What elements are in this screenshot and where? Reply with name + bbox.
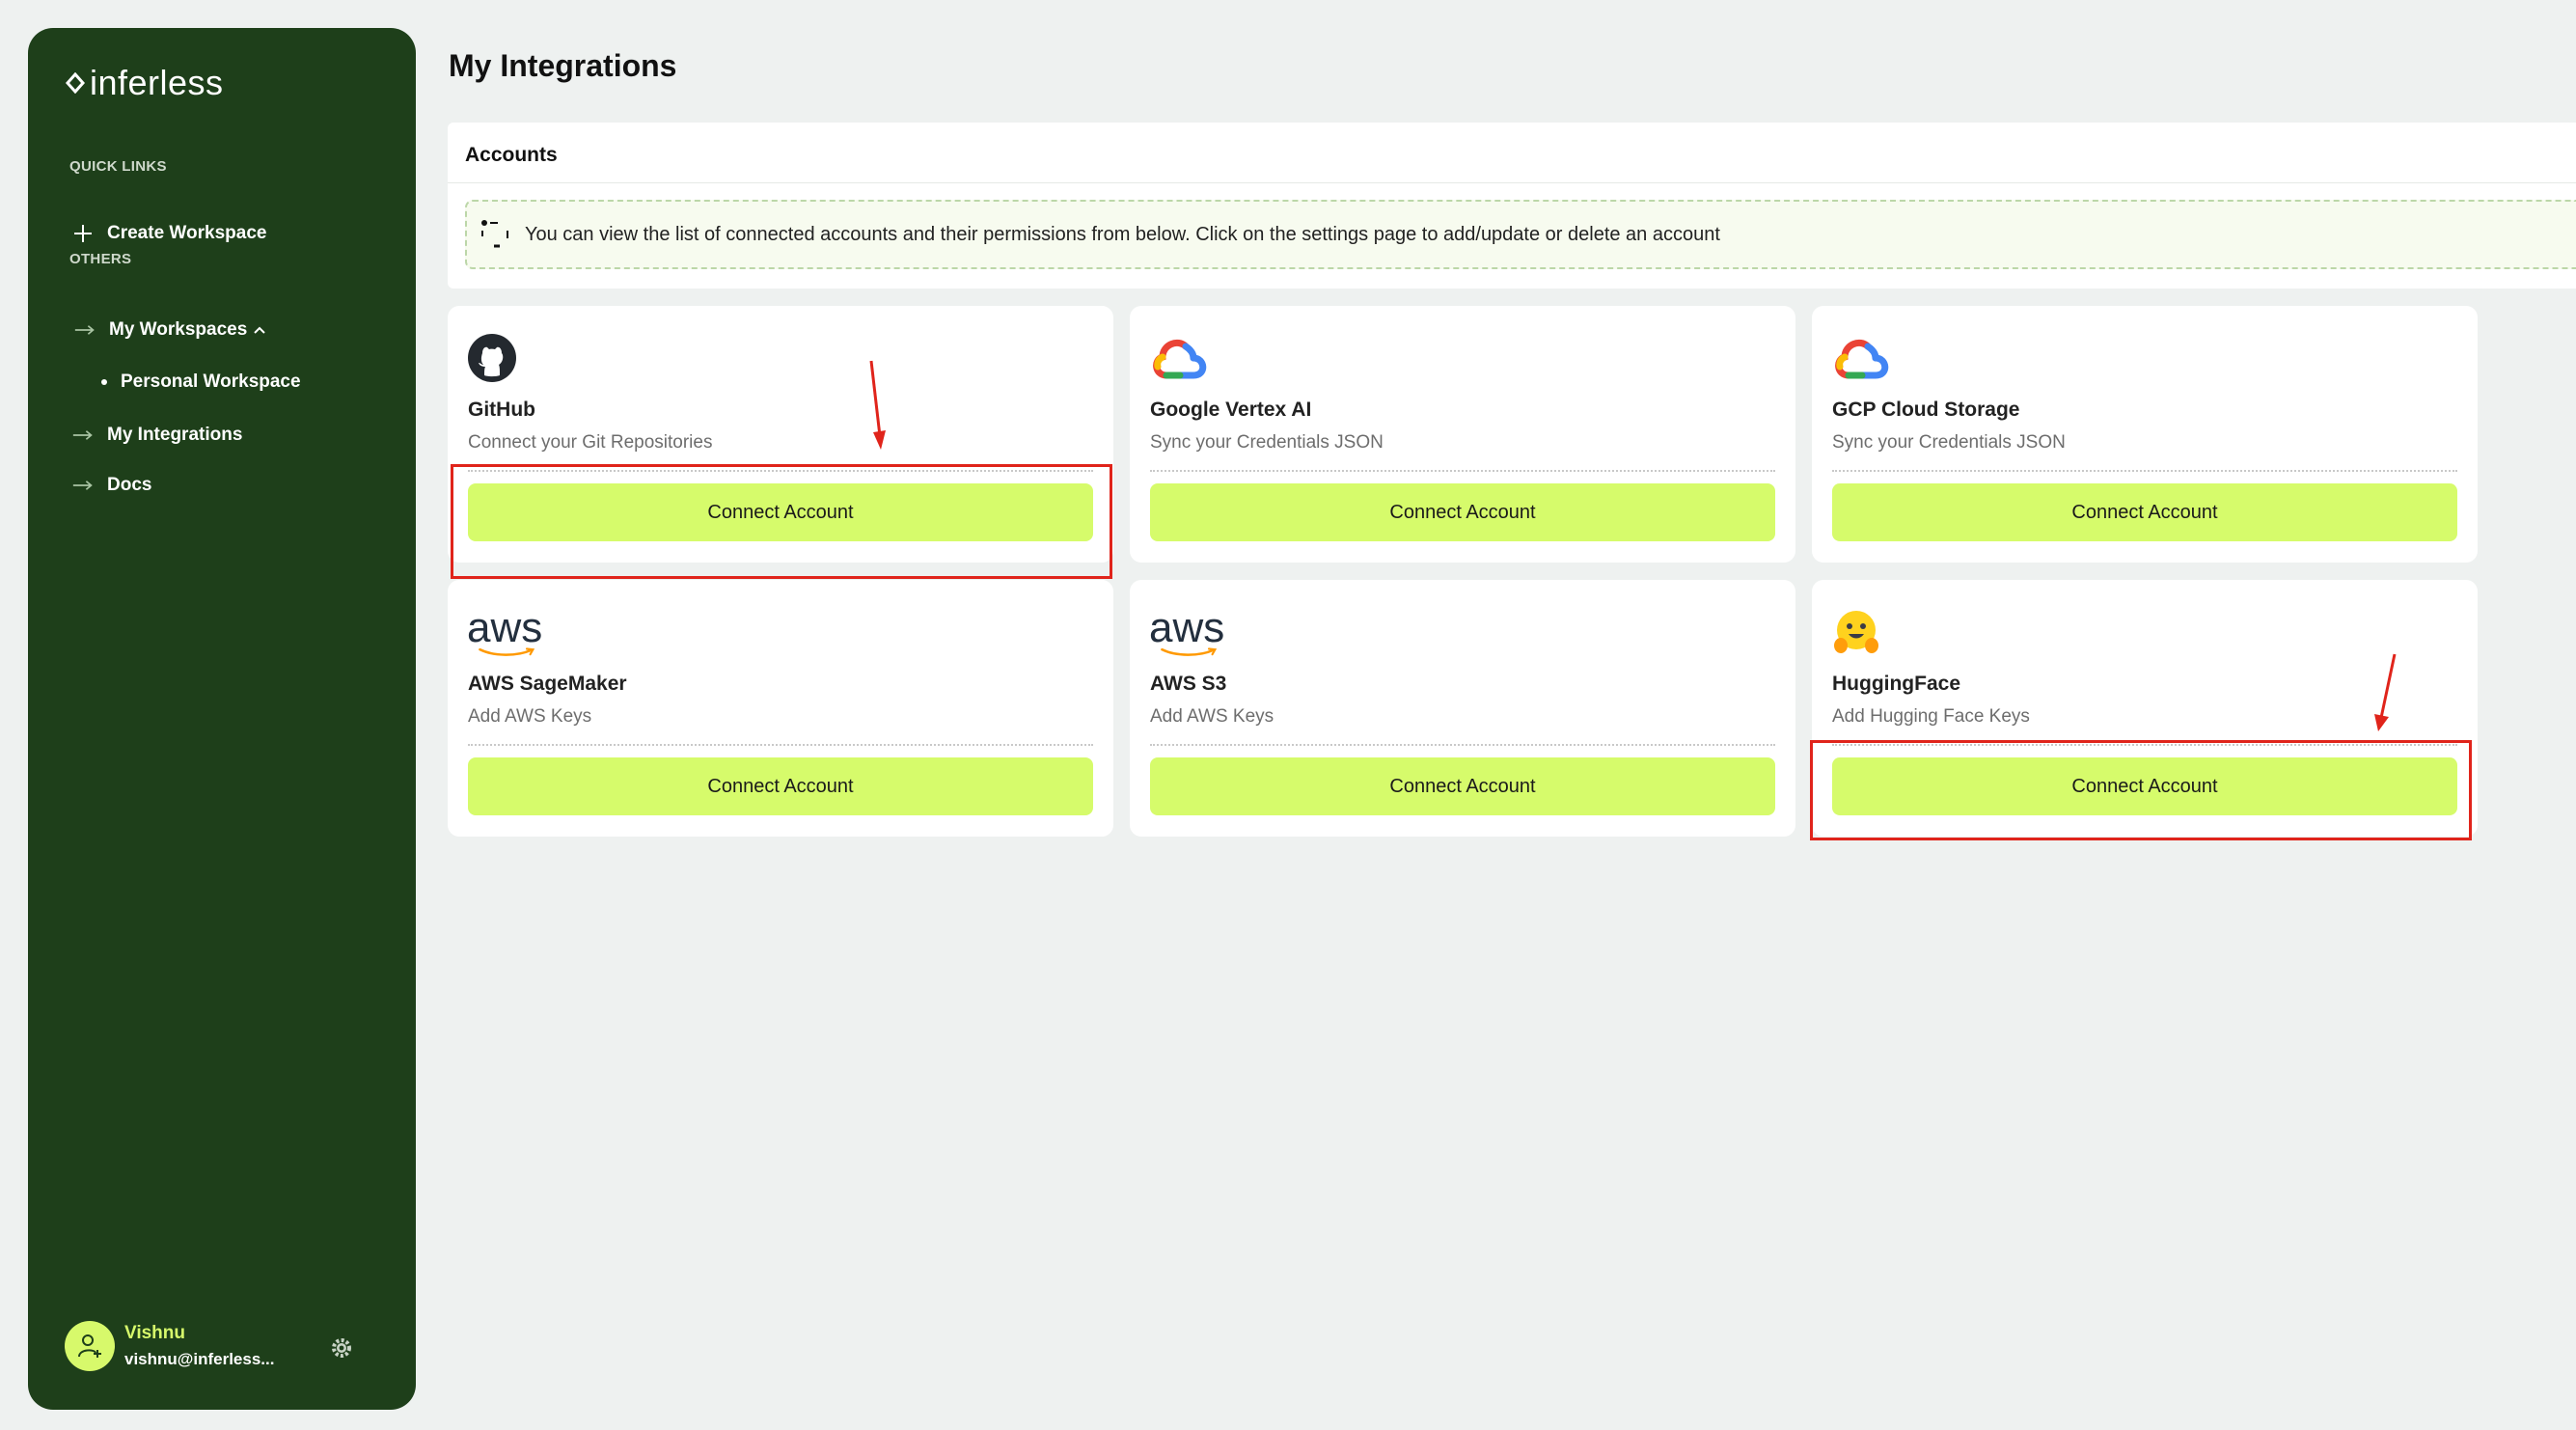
card-subtitle: Sync your Credentials JSON (1832, 432, 2066, 453)
gear-icon[interactable] (329, 1335, 354, 1361)
card-subtitle: Add AWS Keys (1150, 706, 1274, 727)
card-subtitle: Add AWS Keys (468, 706, 592, 727)
connect-account-button-aws-s3[interactable]: Connect Account (1150, 757, 1775, 815)
divider (448, 182, 2576, 183)
card-title: GitHub (468, 399, 535, 421)
sidebar: inferless QUICK LINKS Create Workspace O… (28, 28, 416, 1410)
sidebar-item-docs[interactable]: Docs (72, 475, 151, 496)
aws-logo-text: aws (467, 604, 543, 651)
create-workspace-link[interactable]: Create Workspace (72, 223, 266, 244)
annotation-arrow-icon (2374, 653, 2397, 731)
card-title: AWS S3 (1150, 673, 1227, 695)
divider (1150, 470, 1775, 472)
annotation-highlight-box (451, 464, 1112, 579)
card-title: Google Vertex AI (1150, 399, 1312, 421)
my-workspaces-label: My Workspaces (109, 319, 248, 340)
github-icon (467, 333, 517, 383)
quick-links-label: QUICK LINKS (69, 158, 167, 175)
arrow-right-icon (72, 475, 94, 496)
others-label: OTHERS (69, 251, 132, 267)
connect-account-button-google-vertex-ai[interactable]: Connect Account (1150, 483, 1775, 541)
card-subtitle: Sync your Credentials JSON (1150, 432, 1384, 453)
google-cloud-icon (1831, 333, 1893, 383)
inferless-logo-icon (65, 72, 86, 94)
user-name: Vishnu (124, 1323, 185, 1343)
card-subtitle: Connect your Git Repositories (468, 432, 713, 453)
my-integrations-label: My Integrations (107, 425, 243, 445)
info-scan-icon (481, 220, 508, 248)
aws-logo-text: aws (1149, 604, 1225, 651)
annotation-highlight-box (1810, 740, 2472, 840)
arrow-right-icon (74, 319, 96, 341)
avatar (65, 1321, 115, 1371)
card-subtitle: Add Hugging Face Keys (1832, 706, 2030, 727)
sidebar-item-personal-workspace[interactable]: Personal Workspace (101, 371, 301, 393)
user-profile[interactable]: Vishnu vishnu@inferless... (65, 1321, 274, 1371)
connect-account-button-aws-sagemaker[interactable]: Connect Account (468, 757, 1093, 815)
sidebar-item-my-integrations[interactable]: My Integrations (72, 425, 242, 446)
accounts-panel: Accounts You can view the list of connec… (448, 123, 2576, 289)
integration-card-aws-sagemaker: aws AWS SageMaker Add AWS Keys Connect A… (448, 580, 1113, 837)
integration-card-aws-s3: aws AWS S3 Add AWS Keys Connect Account (1130, 580, 1795, 837)
card-title: GCP Cloud Storage (1832, 399, 2020, 421)
chevron-up-icon[interactable] (253, 319, 266, 341)
integration-card-gcp-cloud-storage: GCP Cloud Storage Sync your Credentials … (1812, 306, 2478, 563)
connect-account-button-gcp-cloud-storage[interactable]: Connect Account (1832, 483, 2457, 541)
card-title: AWS SageMaker (468, 673, 627, 695)
inferless-logo[interactable]: inferless (65, 63, 224, 103)
user-add-icon (78, 1334, 101, 1358)
huggingface-icon (1831, 607, 1881, 657)
docs-label: Docs (107, 475, 152, 495)
personal-workspace-label: Personal Workspace (121, 371, 301, 392)
plus-icon (72, 223, 94, 244)
integration-card-google-vertex-ai: Google Vertex AI Sync your Credentials J… (1130, 306, 1795, 563)
sidebar-item-my-workspaces[interactable]: My Workspaces (74, 319, 266, 341)
user-email: vishnu@inferless... (124, 1350, 275, 1368)
google-cloud-icon (1149, 333, 1211, 383)
card-title: HuggingFace (1832, 673, 1961, 695)
aws-smile-icon (479, 647, 535, 656)
info-banner: You can view the list of connected accou… (465, 200, 2576, 269)
aws-smile-icon (1161, 647, 1218, 656)
bullet-icon (101, 379, 107, 385)
aws-logo: aws (467, 607, 548, 657)
logo-text: inferless (90, 63, 224, 102)
annotation-arrow-icon (869, 360, 886, 450)
divider (1832, 470, 2457, 472)
create-workspace-label: Create Workspace (107, 223, 267, 243)
page-title: My Integrations (449, 48, 677, 83)
accounts-title: Accounts (465, 144, 558, 166)
divider (1150, 744, 1775, 746)
info-text: You can view the list of connected accou… (525, 223, 1720, 245)
aws-logo: aws (1149, 607, 1230, 657)
arrow-right-icon (72, 425, 94, 446)
divider (468, 744, 1093, 746)
